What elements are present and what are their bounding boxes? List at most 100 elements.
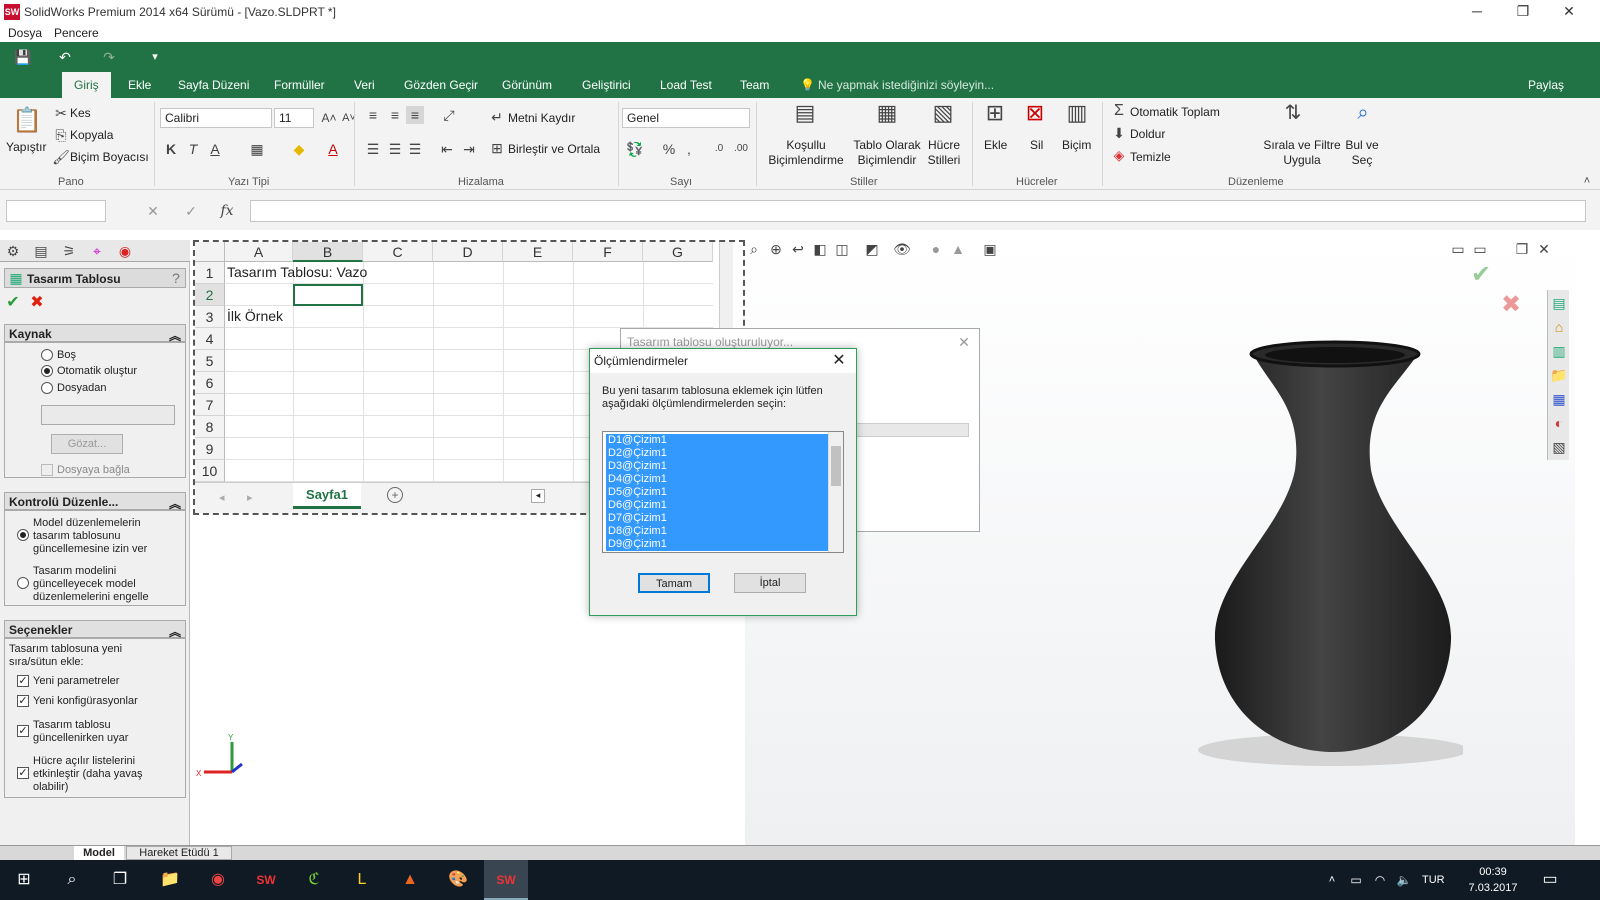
row-header[interactable]: 7 [195,394,225,416]
resources-icon[interactable]: ▤ [1550,294,1568,312]
radio-block-edits[interactable] [17,577,29,589]
close-button[interactable]: ✕ [1546,0,1592,24]
list-scrollbar[interactable] [828,432,843,552]
new-configurations-checkbox[interactable]: ✓ [17,695,29,707]
radio-allow-edits[interactable] [17,529,29,541]
warn-on-update-checkbox[interactable]: ✓ [17,725,29,737]
zoom-to-fit-icon[interactable]: ⌕ [745,240,763,258]
new-parameters-checkbox[interactable]: ✓ [17,675,29,687]
list-item[interactable]: D3@Çizim1 [606,460,828,473]
italic-button[interactable]: T [184,140,202,158]
column-header[interactable]: E [503,242,573,262]
name-box[interactable] [6,200,106,222]
appearance-icon[interactable]: ● [927,240,945,258]
help-icon[interactable]: ? [167,269,185,287]
view-settings-icon[interactable]: ▣ [981,240,999,258]
restore-button[interactable]: ❐ [1500,0,1546,24]
paint-icon[interactable]: 🎨 [438,864,478,896]
configuration-icon[interactable]: ⚞ [60,242,78,260]
design-library-icon[interactable]: ▥ [1550,342,1568,360]
display-manager-icon[interactable]: ◉ [116,242,134,260]
redo-icon[interactable]: ↷ [100,48,118,66]
customize-qat-icon[interactable]: ▾ [146,48,164,66]
share-button[interactable]: Paylaş [1528,78,1564,92]
progress-close-icon[interactable]: ✕ [955,333,973,351]
clock-date[interactable]: 7.03.2017 [1464,882,1522,894]
format-as-table-button[interactable]: Tablo Olarak Biçimlendir [848,138,926,168]
column-header[interactable]: C [363,242,433,262]
fill-button[interactable]: Doldur [1130,127,1165,141]
file-explorer-icon[interactable]: 📁 [1550,366,1568,384]
cell-styles-icon[interactable]: ▧ [928,102,958,134]
percent-icon[interactable]: % [660,140,678,158]
vase-model[interactable] [1193,340,1463,770]
viewport-restore-icon[interactable]: ❐ [1513,240,1531,258]
list-scrollbar-thumb[interactable] [831,446,841,486]
number-format-select[interactable]: Genel [622,108,750,128]
chrome-icon[interactable]: ◉ [198,864,238,896]
cell-a3[interactable]: İlk Örnek [227,308,283,324]
start-button-icon[interactable]: ⊞ [4,864,44,896]
dimensions-listbox[interactable]: D1@Çizim1 D2@Çizim1 D3@Çizim1 D4@Çizim1 … [602,431,844,553]
cut-button[interactable]: Kes [70,106,91,120]
viewport-close-icon[interactable]: ✕ [1535,240,1553,258]
wrap-text-button[interactable]: Metni Kaydır [508,111,575,125]
minimize-button[interactable]: ─ [1454,0,1500,24]
list-item[interactable]: D1@Çizim1 [606,434,828,447]
view-orientation-icon[interactable]: ◫ [833,240,851,258]
viewport-split-icon[interactable]: ▭ [1471,240,1489,258]
column-header[interactable]: F [573,242,643,262]
cut-icon[interactable]: ✂ [52,104,70,122]
edit-control-group-header[interactable]: Kontrolü Düzenle... ︽ [4,492,186,511]
custom-properties-icon[interactable]: ▧ [1550,438,1568,456]
copy-icon[interactable]: ⎘ [52,126,70,144]
property-manager-icon[interactable]: ▤ [32,242,50,260]
row-header[interactable]: 6 [195,372,225,394]
radio-auto-create[interactable] [41,365,53,377]
decrease-indent-icon[interactable]: ⇤ [438,140,456,158]
undo-icon[interactable]: ↶ [56,48,74,66]
cancel-corner-icon[interactable]: ✖ [1497,293,1525,324]
orientation-icon[interactable]: ⤢ [440,106,458,124]
tab-review[interactable]: Gözden Geçir [404,78,478,92]
find-select-button[interactable]: Bul ve Seç [1342,138,1382,168]
ok-button[interactable]: Tamam [638,573,710,593]
shrink-font-icon[interactable]: A˅ [340,109,358,127]
formula-input[interactable] [250,200,1586,222]
motion-study-tab[interactable]: Hareket Etüdü 1 [126,846,232,860]
ok-check-icon[interactable]: ✔ [4,294,22,312]
currency-icon[interactable]: 💱 [626,140,644,158]
notifications-icon[interactable]: ▭ [1530,864,1570,896]
home-icon[interactable]: ⌂ [1550,318,1568,336]
align-middle-icon[interactable]: ≡ [386,106,404,124]
wifi-icon[interactable]: ◠ [1370,864,1390,896]
clock-time[interactable]: 00:39 [1470,866,1516,878]
task-view-icon[interactable]: ❐ [100,864,140,896]
radio-from-file[interactable] [41,382,53,394]
scene-icon[interactable]: ▲ [949,240,967,258]
section-view-icon[interactable]: ◧ [811,240,829,258]
column-header[interactable]: D [433,242,503,262]
active-cell-b2[interactable] [293,284,363,306]
insert-cells-button[interactable]: Ekle [984,138,1007,152]
hide-show-icon[interactable]: 👁 [893,240,911,258]
copy-button[interactable]: Kopyala [70,128,113,142]
fill-color-icon[interactable]: ◆ [290,140,308,158]
merge-icon[interactable]: ⊞ [488,139,506,157]
font-color-icon[interactable]: A [324,140,342,158]
radio-empty[interactable] [41,349,53,361]
conditional-format-button[interactable]: Koşullu Biçimlendirme [764,138,848,168]
tab-formulas[interactable]: Formüller [274,78,325,92]
file-path-input[interactable] [41,405,175,425]
solidworks-active-icon[interactable]: SW [484,860,528,900]
confirm-entry-icon[interactable]: ✓ [182,202,200,220]
list-item[interactable]: D9@Çizim1 [606,538,828,551]
column-header[interactable]: G [643,242,713,262]
paste-button[interactable]: Yapıştır [6,140,46,154]
column-header[interactable]: A [225,242,293,262]
list-item[interactable]: D6@Çizim1 [606,499,828,512]
row-header[interactable]: 8 [195,416,225,438]
delete-cells-icon[interactable]: ⊠ [1020,102,1050,134]
clear-button[interactable]: Temizle [1130,150,1171,164]
align-left-icon[interactable]: ☰ [364,140,382,158]
